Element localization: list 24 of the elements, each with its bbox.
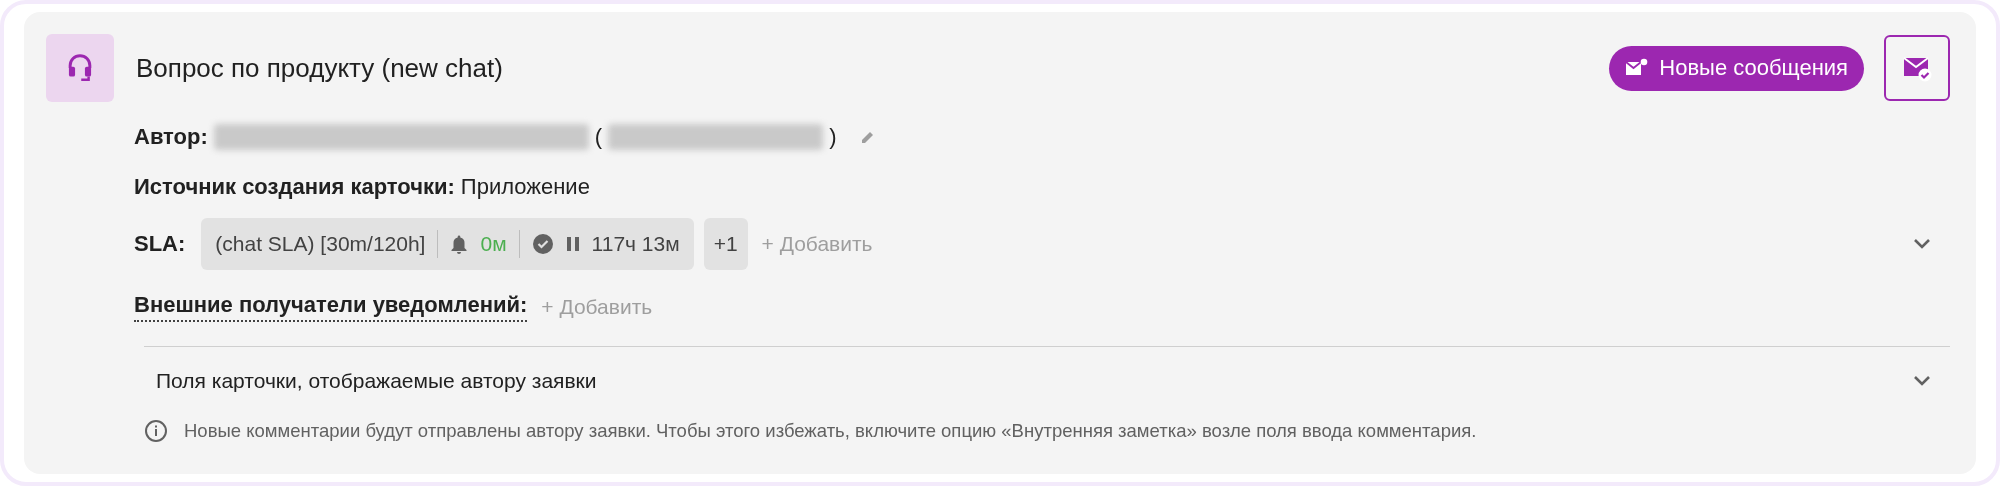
sla-name: (chat SLA) [30m/120h] — [215, 232, 426, 256]
chevron-icon[interactable] — [1912, 375, 1932, 387]
new-messages-button[interactable]: Новые сообщения — [1609, 45, 1864, 91]
author-label: Автор: — [134, 124, 208, 150]
paren: ) — [829, 124, 837, 150]
chevron-icon[interactable] — [1912, 238, 1932, 250]
mark-read-button[interactable] — [1884, 35, 1950, 101]
sla-chip[interactable]: (chat SLA) [30m/120h] 0м 117ч 13м — [201, 218, 694, 270]
resolution-time: 117ч 13м — [591, 232, 680, 256]
card-title: Вопрос по продукту (new chat) — [136, 52, 503, 84]
headset-icon — [46, 34, 114, 102]
bell-icon — [450, 234, 469, 254]
recipients-label: Внешние получатели уведомлений: — [134, 292, 528, 322]
sla-label: SLA: — [134, 231, 186, 257]
source-value: Приложение — [460, 174, 590, 200]
check-circle-icon — [531, 233, 554, 255]
mail-icon — [1625, 58, 1650, 78]
section-title: Поля карточки, отображаемые автору заявки — [156, 369, 597, 393]
source-label: Источник создания карточки: — [134, 174, 455, 200]
info-icon — [144, 419, 168, 443]
reaction-time: 0м — [480, 232, 507, 256]
paren: ( — [594, 124, 603, 150]
notice-text: Новые комментарии будут отправлены автору заявки. Чтобы этого избежать, включите опцию «Внутренняя заметка» возле поля ввода комментария. — [184, 420, 1477, 442]
more-sla-button[interactable]: +1 — [703, 218, 748, 270]
